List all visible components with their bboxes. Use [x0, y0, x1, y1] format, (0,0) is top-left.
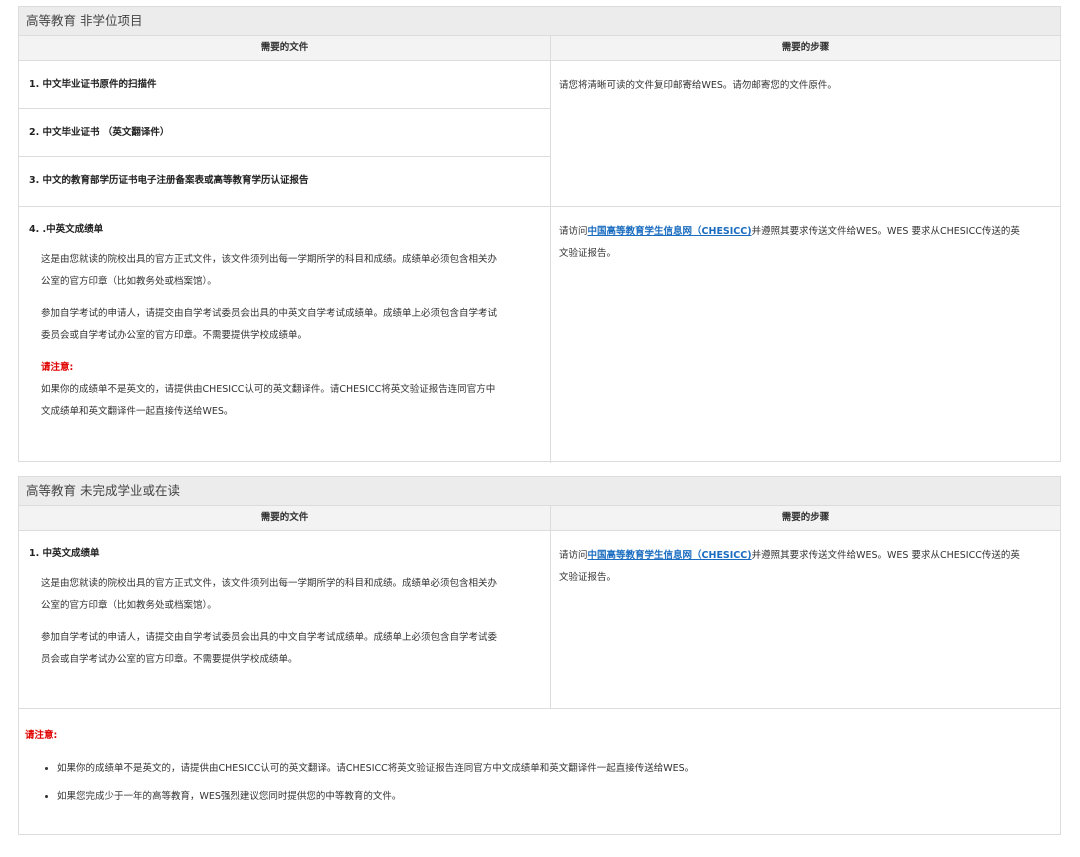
table-row: 1. 中英文成绩单 这是由您就读的院校出具的官方正式文件，该文件须列出每一学期所…	[19, 531, 1060, 709]
col-header-steps: 需要的步骤	[781, 42, 830, 53]
step-text: 请访问中国高等教育学生信息网（CHESICC)并遵照其要求传送文件给WES。WE…	[559, 226, 1020, 259]
notes-block: 请注意: 如果你的成绩单不是英文的，请提供由CHESICC认可的英文翻译。请CH…	[19, 709, 1060, 811]
doc-desc-line: 委员会或自学考试办公室的官方印章。不需要提供学校成绩单。	[41, 330, 308, 341]
doc-item-1: 1. 中文毕业证书原件的扫描件	[19, 61, 550, 109]
table-header: 需要的文件 需要的步骤	[19, 506, 1060, 531]
table-header: 需要的文件 需要的步骤	[19, 36, 1060, 61]
doc-desc-line: 这是由您就读的院校出具的官方正式文件，该文件须列出每一学期所学的科目和成绩。成绩…	[41, 578, 498, 589]
list-item: 如果你的成绩单不是英文的，请提供由CHESICC认可的英文翻译。请CHESICC…	[57, 755, 1060, 783]
doc-desc-line: 这是由您就读的院校出具的官方正式文件，该文件须列出每一学期所学的科目和成绩。成绩…	[41, 254, 498, 265]
doc-desc-line: 公室的官方印章（比如教务处或档案馆）。	[41, 276, 217, 287]
doc-item-2: 2. 中文毕业证书 （英文翻译件）	[19, 109, 550, 157]
doc-item-3: 3. 中文的教育部学历证书电子注册备案表或高等教育学历认证报告	[29, 175, 309, 186]
note-line: 文成绩单和英文翻译件一起直接传送给WES。	[41, 406, 234, 417]
doc-desc-line: 公室的官方印章（比如教务处或档案馆）。	[41, 600, 217, 611]
section-non-degree: 高等教育 非学位项目 需要的文件 需要的步骤 1. 中文毕业证书原件的扫描件 2…	[18, 6, 1061, 463]
chesicc-link[interactable]: 中国高等教育学生信息网（CHESICC)	[588, 226, 752, 237]
doc-desc-line: 参加自学考试的申请人，请提交由自学考试委员会出具的中文自学考试成绩单。成绩单上必…	[41, 632, 498, 643]
doc-item-1-title: 1. 中英文成绩单	[29, 548, 100, 559]
col-header-files: 需要的文件	[19, 506, 551, 530]
table-row: 4. .中英文成绩单 这是由您就读的院校出具的官方正式文件，该文件须列出每一学期…	[19, 207, 1060, 463]
list-item: 如果您完成少于一年的高等教育，WES强烈建议您同时提供您的中等教育的文件。	[57, 783, 1060, 811]
section-title: 高等教育 非学位项目	[19, 7, 1060, 36]
col-header-files: 需要的文件	[19, 36, 551, 60]
step-text: 请您将清晰可读的文件复印邮寄给WES。请勿邮寄您的文件原件。	[559, 80, 837, 91]
chesicc-link[interactable]: 中国高等教育学生信息网（CHESICC)	[588, 550, 752, 561]
doc-desc-line: 员会或自学考试办公室的官方印章。不需要提供学校成绩单。	[41, 654, 298, 665]
doc-item-4-title: 4. .中英文成绩单	[29, 224, 104, 235]
section-title: 高等教育 未完成学业或在读	[19, 477, 1060, 506]
table-row: 1. 中文毕业证书原件的扫描件 2. 中文毕业证书 （英文翻译件） 3. 中文的…	[19, 61, 1060, 207]
note-label: 请注意:	[41, 362, 74, 373]
section-incomplete: 高等教育 未完成学业或在读 需要的文件 需要的步骤 1. 中英文成绩单 这是由您…	[18, 476, 1061, 835]
note-label: 请注意:	[25, 730, 58, 741]
col-header-steps: 需要的步骤	[781, 512, 830, 523]
note-line: 如果你的成绩单不是英文的，请提供由CHESICC认可的英文翻译件。请CHESIC…	[41, 384, 496, 395]
step-text: 请访问中国高等教育学生信息网（CHESICC)并遵照其要求传送文件给WES。WE…	[559, 550, 1020, 583]
doc-desc-line: 参加自学考试的申请人，请提交由自学考试委员会出具的中英文自学考试成绩单。成绩单上…	[41, 308, 498, 319]
notes-list: 如果你的成绩单不是英文的，请提供由CHESICC认可的英文翻译。请CHESICC…	[57, 755, 1060, 811]
